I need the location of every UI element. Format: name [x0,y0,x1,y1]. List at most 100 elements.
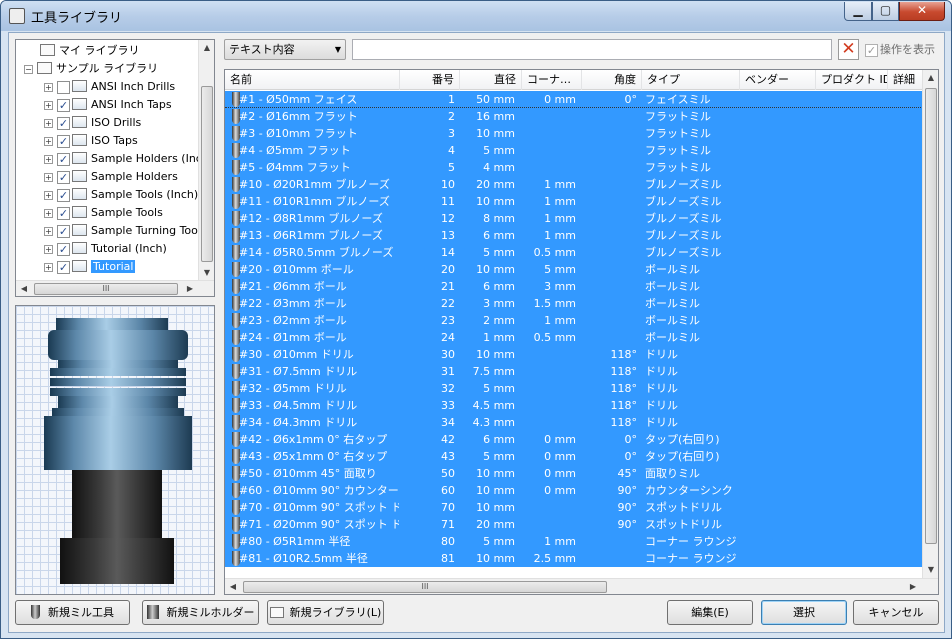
tool-row[interactable]: #5 - Ø4mm フラット 5 4 mm フラットミル [225,159,923,176]
scroll-right-arrow-icon[interactable]: ▶ [182,281,198,296]
tool-row[interactable]: #22 - Ø3mm ボール 22 3 mm 1.5 mm ボールミル [225,295,923,312]
tool-row[interactable]: #11 - Ø10R1mm ブルノーズ 11 10 mm 1 mm ブルノーズミル [225,193,923,210]
tool-row[interactable]: #21 - Ø6mm ボール 21 6 mm 3 mm ボールミル [225,278,923,295]
tree-item[interactable]: + ✓ Sample Tools (Inch) [44,186,198,204]
library-checkbox[interactable]: ✓ [57,206,70,220]
filter-field-select[interactable]: テキスト内容 ▼ [224,39,346,60]
scroll-left-arrow-icon[interactable]: ◀ [16,281,32,296]
close-button[interactable]: ✕ [899,2,945,21]
tree-item[interactable]: + ✓ Tutorial (Inch) [44,240,167,258]
library-tree[interactable]: マイ ライブラリ − サンプル ライブラリ + ANSI Inch Drills + ✓ AN… [15,39,215,297]
expand-icon[interactable]: + [44,82,53,92]
tree-item[interactable]: − サンプル ライブラリ [24,60,158,78]
library-checkbox[interactable]: ✓ [57,242,70,256]
expand-icon[interactable]: + [44,172,53,182]
tool-row[interactable]: #71 - Ø20mm 90° スポット ド… 71 20 mm 90° スポットドリル [225,516,923,533]
library-checkbox[interactable]: ✓ [57,152,70,166]
tree-item[interactable]: マイ ライブラリ [40,42,140,60]
show-operations-checkbox[interactable]: ✓ 操作を表示 [865,41,935,57]
col-name-header[interactable]: 名前 [225,70,400,90]
tool-row[interactable]: #14 - Ø5R0.5mm ブルノーズ 14 5 mm 0.5 mm ブルノーズミル [225,244,923,261]
expand-icon[interactable]: + [44,262,53,272]
tool-row[interactable]: #23 - Ø2mm ボール 23 2 mm 1 mm ボールミル [225,312,923,329]
expand-icon[interactable]: + [44,244,53,254]
tool-row[interactable]: #34 - Ø4.3mm ドリル 34 4.3 mm 118° ドリル [225,414,923,431]
expand-icon[interactable]: + [44,226,53,236]
tool-row[interactable]: #20 - Ø10mm ボール 20 10 mm 5 mm ボールミル [225,261,923,278]
grid-horizontal-scrollbar[interactable]: ◀ III ▶ [225,578,938,594]
title-bar[interactable]: 工具ライブラリ ▁ ▢ ✕ [1,1,951,31]
edit-button[interactable]: 編集(E) [667,600,753,625]
tool-row[interactable]: #3 - Ø10mm フラット 3 10 mm フラットミル [225,125,923,142]
expand-icon[interactable]: + [44,100,53,110]
tool-row[interactable]: #1 - Ø50mm フェイス 1 50 mm 0 mm 0° フェイスミル [225,91,923,108]
maximize-button[interactable]: ▢ [872,2,899,21]
tree-item[interactable]: + ✓ Tutorial [44,258,136,276]
new-mill-tool-button[interactable]: 新規ミル工具 [15,600,130,625]
tree-item[interactable]: + ✓ Sample Holders [44,168,178,186]
tool-row[interactable]: #10 - Ø20R1mm ブルノーズ 10 20 mm 1 mm ブルノーズミル [225,176,923,193]
new-mill-holder-button[interactable]: 新規ミルホルダー [142,600,259,625]
tool-row[interactable]: #32 - Ø5mm ドリル 32 5 mm 118° ドリル [225,380,923,397]
tool-row[interactable]: #60 - Ø10mm 90° カウンター … 60 10 mm 0 mm 90° カウン… [225,482,923,499]
tree-scroll-thumb[interactable] [201,86,213,262]
grid-vertical-scrollbar[interactable]: ▲ ▼ [922,70,938,578]
col-vendor-header[interactable]: ベンダー [740,70,816,90]
tool-row[interactable]: #12 - Ø8R1mm ブルノーズ 12 8 mm 1 mm ブルノーズミル [225,210,923,227]
tree-vertical-scrollbar[interactable]: ▲ ▼ [198,40,214,281]
expand-icon[interactable]: + [44,208,53,218]
col-diameter-header[interactable]: 直径 [460,70,522,90]
expand-icon[interactable]: + [44,118,53,128]
tree-item[interactable]: + ✓ ANSI Inch Taps [44,96,172,114]
tool-row[interactable]: #43 - Ø5x1mm 0° 右タップ 43 5 mm 0 mm 0° タップ(右回り) [225,448,923,465]
grid-scroll-right-arrow-icon[interactable]: ▶ [905,579,921,594]
library-checkbox[interactable]: ✓ [57,260,70,274]
tree-item[interactable]: + ✓ ISO Taps [44,132,138,150]
tool-row[interactable]: #33 - Ø4.5mm ドリル 33 4.5 mm 118° ドリル [225,397,923,414]
grid-scroll-thumb[interactable] [925,88,937,544]
minimize-button[interactable]: ▁ [844,2,872,21]
tree-item[interactable]: + ANSI Inch Drills [44,78,175,96]
grid-hscroll-thumb[interactable]: III [243,581,607,593]
expand-icon[interactable]: + [44,190,53,200]
tool-row[interactable]: #13 - Ø6R1mm ブルノーズ 13 6 mm 1 mm ブルノーズミル [225,227,923,244]
scroll-up-arrow-icon[interactable]: ▲ [199,40,214,56]
tree-hscroll-thumb[interactable]: III [34,283,178,295]
col-number-header[interactable]: 番号 [400,70,460,90]
tool-row[interactable]: #80 - Ø5R1mm 半径 80 5 mm 1 mm コーナー ラウンジ [225,533,923,550]
col-corner-header[interactable]: コーナ… [522,70,582,90]
collapse-icon[interactable]: − [24,64,33,74]
col-details-header[interactable]: 詳細 [888,70,923,90]
grid-scroll-left-arrow-icon[interactable]: ◀ [225,579,241,594]
library-checkbox[interactable]: ✓ [57,98,70,112]
grid-scroll-up-arrow-icon[interactable]: ▲ [923,70,938,86]
clear-search-button[interactable]: ✕ [838,39,859,60]
tool-row[interactable]: #81 - Ø10R2.5mm 半径 81 10 mm 2.5 mm コーナー ラウンジ [225,550,923,567]
select-button[interactable]: 選択 [761,600,847,625]
expand-icon[interactable]: + [44,154,53,164]
tree-horizontal-scrollbar[interactable]: ◀ III ▶ [16,280,214,296]
tool-row[interactable]: #30 - Ø10mm ドリル 30 10 mm 118° ドリル [225,346,923,363]
tool-row[interactable]: #31 - Ø7.5mm ドリル 31 7.5 mm 118° ドリル [225,363,923,380]
tree-item[interactable]: + ✓ Sample Tools [44,204,163,222]
library-checkbox[interactable]: ✓ [57,134,70,148]
tool-row[interactable]: #42 - Ø6x1mm 0° 右タップ 42 6 mm 0 mm 0° タップ(右回り) [225,431,923,448]
tool-row[interactable]: #50 - Ø10mm 45° 面取り 50 10 mm 0 mm 45° 面取りミル [225,465,923,482]
library-checkbox[interactable] [57,80,70,94]
col-product-id-header[interactable]: プロダクト ID [816,70,888,90]
library-checkbox[interactable]: ✓ [57,170,70,184]
col-angle-header[interactable]: 角度 [582,70,642,90]
cancel-button[interactable]: キャンセル [853,600,939,625]
tool-grid[interactable]: 名前 番号 直径 コーナ… 角度 タイプ ベンダー プロダクト ID 詳細 #1… [224,69,939,595]
expand-icon[interactable]: + [44,136,53,146]
library-checkbox[interactable]: ✓ [57,224,70,238]
library-checkbox[interactable]: ✓ [57,188,70,202]
col-type-header[interactable]: タイプ [642,70,740,90]
tool-row[interactable]: #4 - Ø5mm フラット 4 5 mm フラットミル [225,142,923,159]
new-library-button[interactable]: 新規ライブラリ(L) [267,600,384,625]
tool-row[interactable]: #2 - Ø16mm フラット 2 16 mm フラットミル [225,108,923,125]
search-input[interactable] [352,39,832,60]
tree-item[interactable]: + ✓ ISO Drills [44,114,141,132]
library-checkbox[interactable]: ✓ [57,116,70,130]
tree-item[interactable]: + ✓ Sample Holders (Inch) [44,150,213,168]
